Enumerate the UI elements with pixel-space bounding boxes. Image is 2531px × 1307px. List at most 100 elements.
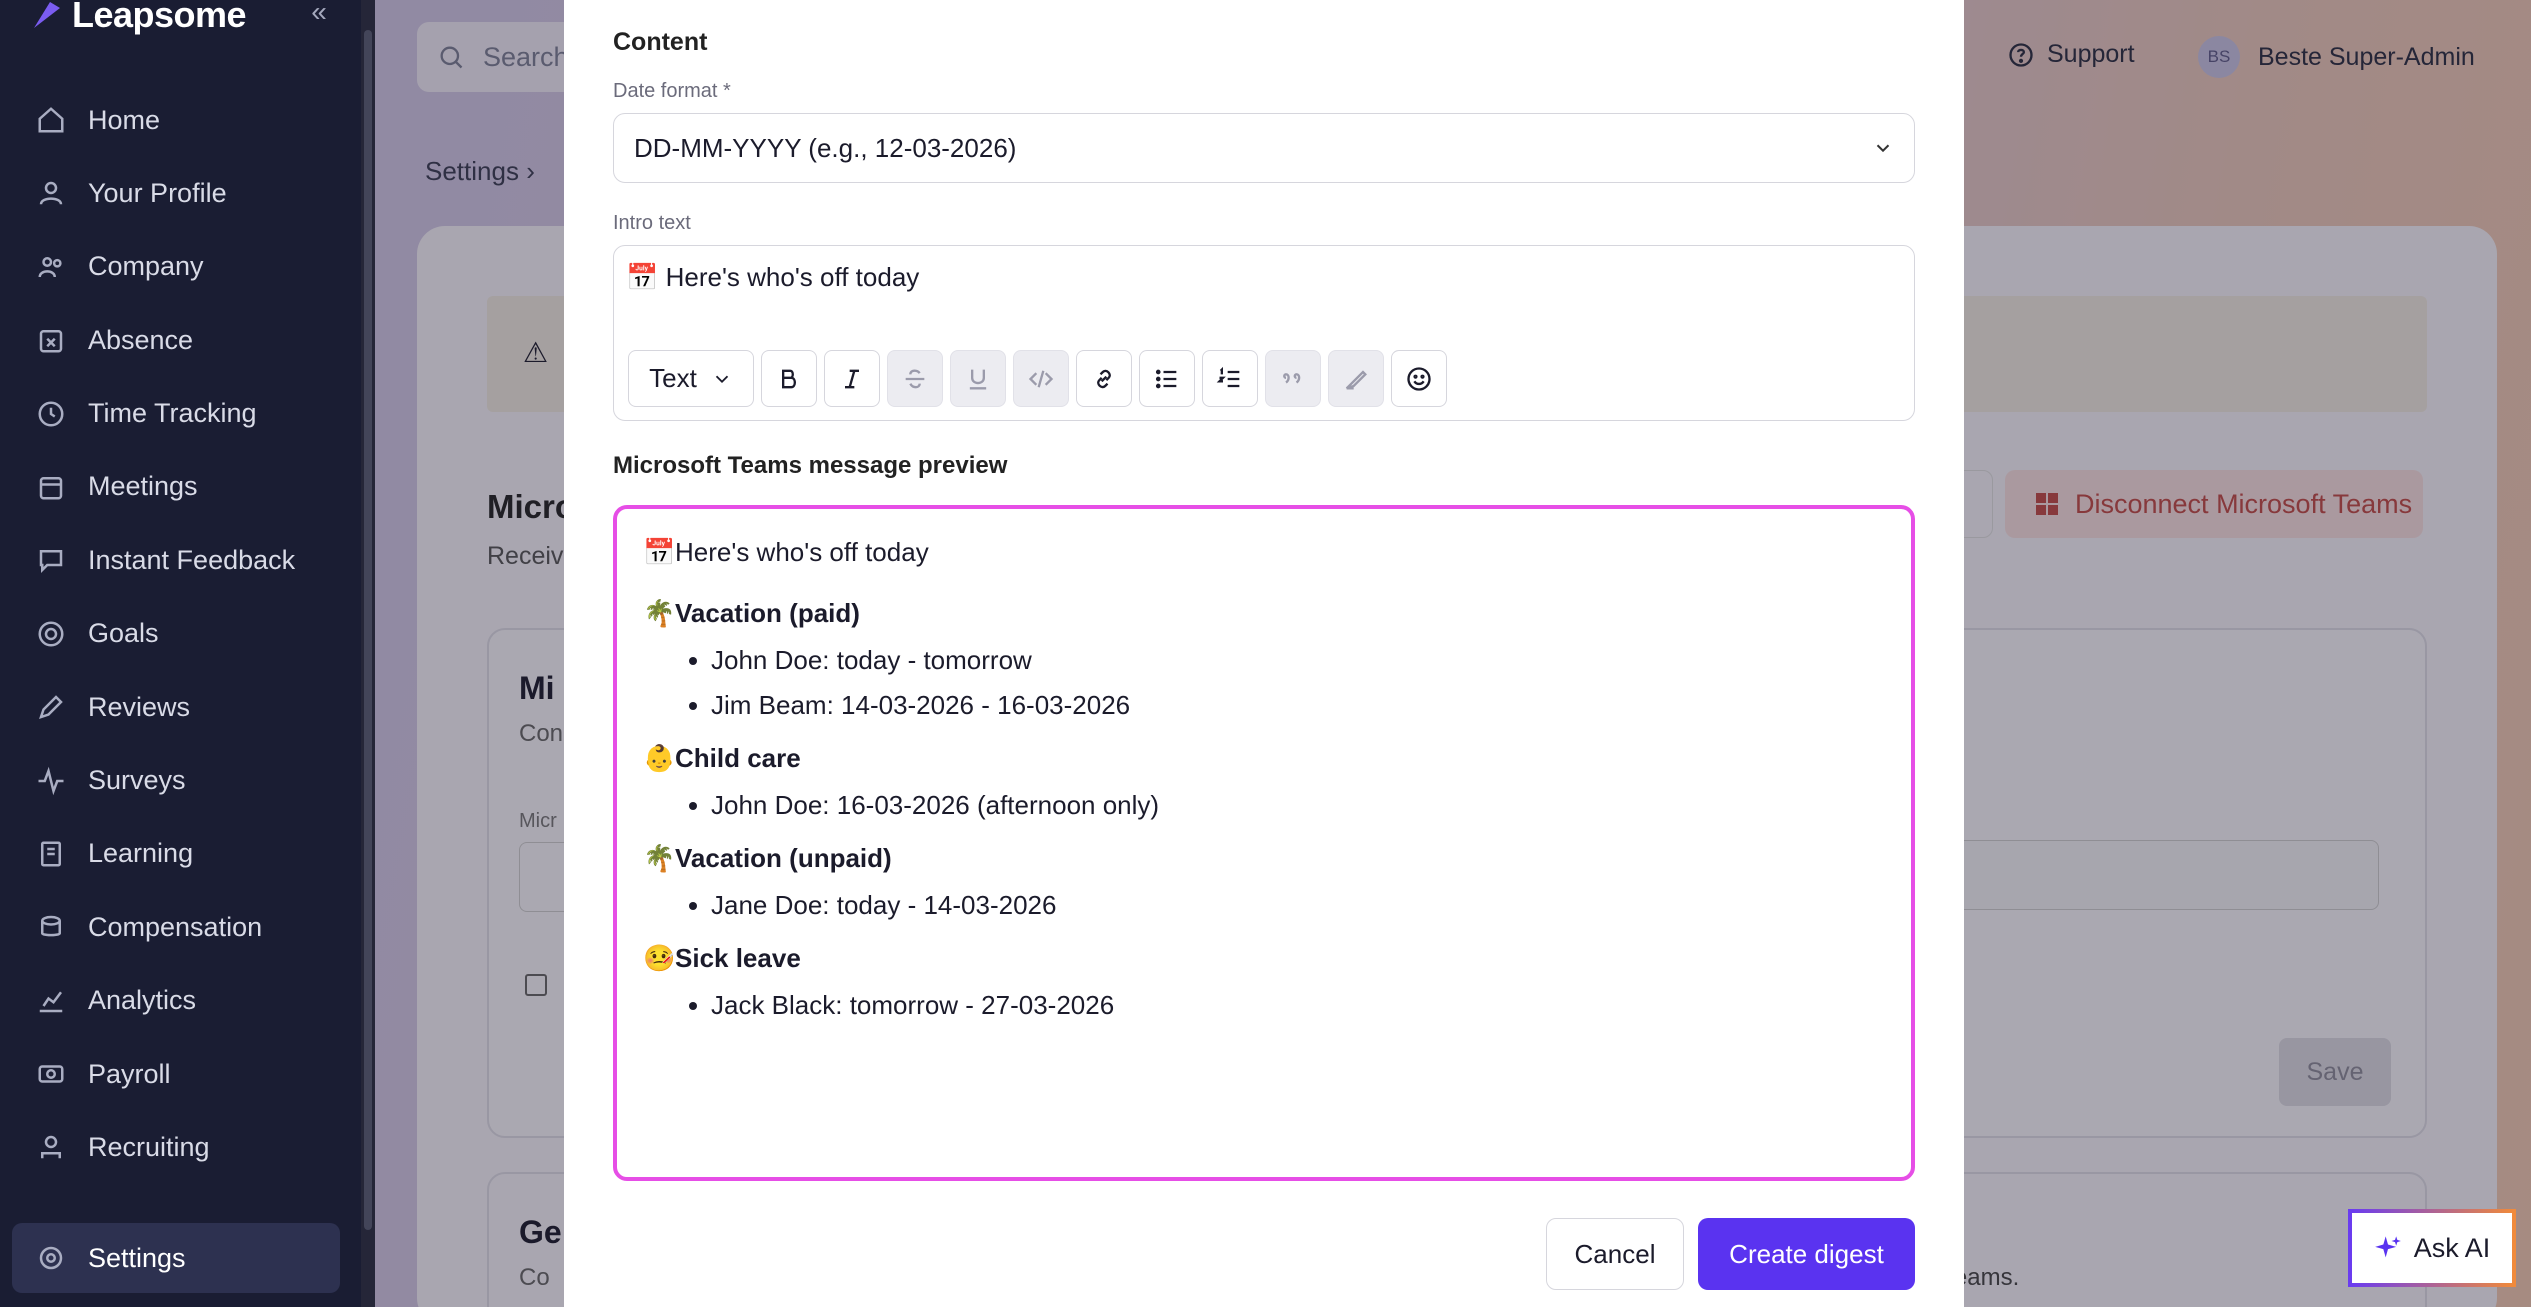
- emoji-button[interactable]: [1391, 350, 1447, 407]
- chevron-down-icon: [715, 375, 728, 383]
- bold-icon: [782, 369, 796, 388]
- chevrons-left-icon[interactable]: «: [304, 0, 334, 30]
- book-icon: [41, 841, 61, 867]
- calendar-icon: [39, 476, 63, 500]
- ask-ai-label: Ask AI: [2413, 1232, 2491, 1263]
- absence-group: 🌴Vacation (unpaid) Jane Doe: today - 14-…: [643, 843, 1885, 921]
- home-icon: [38, 107, 64, 133]
- sidebar-item-time-tracking[interactable]: Time Tracking: [12, 384, 340, 444]
- quote-icon: [1283, 372, 1301, 383]
- sidebar-item-label: Analytics: [88, 985, 197, 1016]
- gear-icon: [39, 1246, 63, 1270]
- leapsome-logo-icon: [34, 2, 60, 28]
- sidebar-nav: Home Your Profile Company Absence Time T…: [12, 90, 340, 1293]
- preview-intro: 📅Here's who's off today: [643, 537, 1885, 568]
- sidebar-item-analytics[interactable]: Analytics: [12, 971, 340, 1031]
- person-badge-icon: [41, 1136, 61, 1159]
- absence-group: 🌴Vacation (paid) John Doe: today - tomor…: [643, 598, 1885, 721]
- intro-text-value[interactable]: 📅 Here's who's off today: [626, 262, 919, 293]
- chart-icon: [39, 991, 63, 1012]
- sidebar-item-reviews[interactable]: Reviews: [12, 677, 340, 737]
- baby-emoji-icon: 👶: [643, 743, 676, 773]
- absence-group: 🤒Sick leave Jack Black: tomorrow - 27-03…: [643, 943, 1885, 1021]
- bullet-list-icon: [1155, 369, 1177, 388]
- code-button[interactable]: [1013, 350, 1069, 407]
- emoji-icon: [1407, 366, 1431, 391]
- chevron-down-icon: [1876, 144, 1890, 153]
- group-title: Vacation (paid): [675, 598, 860, 628]
- intro-text-label: Intro text: [613, 212, 691, 234]
- date-format-value: DD-MM-YYYY (e.g., 12-03-2026): [634, 132, 1017, 163]
- italic-button[interactable]: [824, 350, 880, 407]
- sidebar-item-label: Learning: [88, 838, 194, 869]
- pulse-icon: [38, 766, 64, 795]
- sidebar-item-label: Reviews: [88, 691, 191, 722]
- pencil-icon: [39, 695, 63, 720]
- preview-intro-text: Here's who's off today: [675, 537, 929, 567]
- underline-icon: [969, 369, 987, 389]
- sidebar-item-label: Compensation: [88, 911, 263, 942]
- list-item: Jane Doe: today - 14-03-2026: [689, 890, 1885, 921]
- sick-face-emoji-icon: 🤒: [643, 943, 676, 973]
- sidebar-item-instant-feedback[interactable]: Instant Feedback: [12, 530, 340, 590]
- cancel-button[interactable]: Cancel: [1546, 1218, 1684, 1290]
- strikethrough-button[interactable]: [887, 350, 943, 407]
- sidebar-item-meetings[interactable]: Meetings: [12, 457, 340, 517]
- underline-button[interactable]: [950, 350, 1006, 407]
- sidebar-item-learning[interactable]: Learning: [12, 824, 340, 884]
- sidebar-item-your-profile[interactable]: Your Profile: [12, 163, 340, 223]
- sidebar-item-recruiting[interactable]: Recruiting: [12, 1117, 340, 1177]
- sidebar-item-surveys[interactable]: Surveys: [12, 751, 340, 811]
- sidebar-item-label: Surveys: [88, 765, 186, 796]
- clock-icon: [38, 401, 64, 427]
- sidebar-item-label: Company: [88, 251, 204, 282]
- sparkle-icon: [2374, 1236, 2401, 1258]
- calendar-x-icon: [39, 330, 63, 353]
- date-format-select[interactable]: DD-MM-YYYY (e.g., 12-03-2026): [613, 113, 1915, 183]
- sidebar-item-company[interactable]: Company: [12, 237, 340, 297]
- preview-title: Microsoft Teams message preview: [613, 452, 1008, 479]
- sidebar-item-label: Home: [88, 104, 161, 135]
- coins-icon: [41, 916, 61, 937]
- bullet-list-button[interactable]: [1139, 350, 1195, 407]
- chat-icon: [39, 550, 63, 574]
- italic-icon: [845, 369, 859, 388]
- text-style-select[interactable]: Text: [628, 350, 754, 407]
- create-digest-modal: Content Date format * DD-MM-YYYY (e.g., …: [564, 0, 1964, 1307]
- sidebar-item-absence[interactable]: Absence: [12, 310, 340, 370]
- user-icon: [39, 182, 63, 206]
- app-logo[interactable]: Leapsome: [30, 0, 247, 36]
- banknote-icon: [38, 1065, 64, 1083]
- list-item: Jim Beam: 14-03-2026 - 16-03-2026: [689, 690, 1885, 721]
- create-digest-button[interactable]: Create digest: [1698, 1218, 1915, 1290]
- sidebar-item-home[interactable]: Home: [12, 90, 340, 150]
- target-icon: [38, 621, 64, 647]
- content-section-title: Content: [613, 28, 708, 56]
- sidebar-item-label: Instant Feedback: [88, 544, 296, 575]
- group-title: Vacation (unpaid): [675, 843, 892, 873]
- quote-button[interactable]: [1265, 350, 1321, 407]
- ask-ai-button[interactable]: Ask AI: [2348, 1209, 2516, 1287]
- list-item: Jack Black: tomorrow - 27-03-2026: [689, 990, 1885, 1021]
- highlight-button[interactable]: [1328, 350, 1384, 407]
- sidebar-item-compensation[interactable]: Compensation: [12, 897, 340, 957]
- link-icon: [1097, 369, 1111, 388]
- sidebar-item-label: Meetings: [88, 471, 198, 502]
- bold-button[interactable]: [761, 350, 817, 407]
- intro-text-editor[interactable]: 📅 Here's who's off today Text: [613, 245, 1915, 421]
- sidebar-item-label: Time Tracking: [88, 398, 257, 429]
- users-icon: [38, 256, 62, 278]
- sidebar-item-goals[interactable]: Goals: [12, 604, 340, 664]
- sidebar-item-payroll[interactable]: Payroll: [12, 1044, 340, 1104]
- link-button[interactable]: [1076, 350, 1132, 407]
- date-format-label: Date format *: [613, 80, 731, 102]
- group-title: Child care: [675, 743, 801, 773]
- sidebar-item-settings[interactable]: Settings: [12, 1223, 340, 1293]
- text-style-label: Text: [649, 363, 697, 393]
- numbered-list-button[interactable]: [1202, 350, 1258, 407]
- editor-toolbar: Text: [628, 350, 1447, 407]
- absence-group: 👶Child care John Doe: 16-03-2026 (aftern…: [643, 743, 1885, 821]
- teams-message-preview: 📅Here's who's off today 🌴Vacation (paid)…: [613, 505, 1915, 1181]
- app-name: Leapsome: [72, 0, 247, 35]
- palm-tree-emoji-icon: 🌴: [643, 598, 676, 628]
